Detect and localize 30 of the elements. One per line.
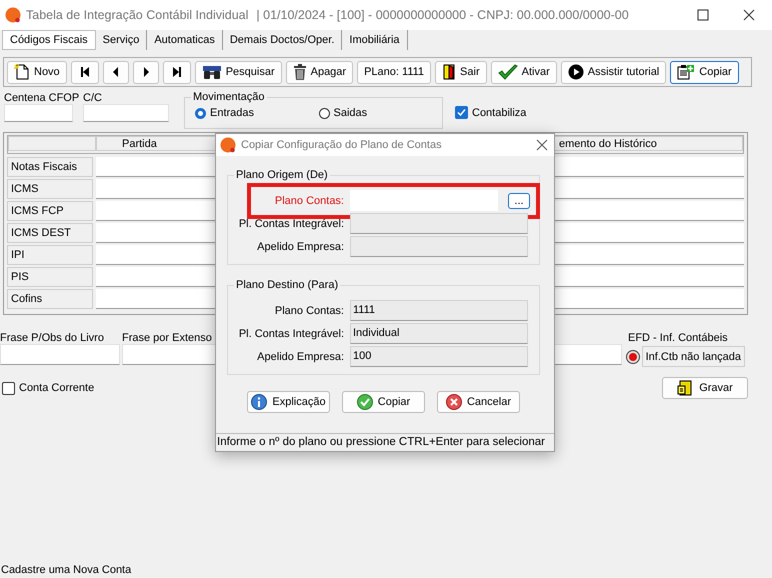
field-label: Pl. Contas Integrável: [238, 218, 345, 230]
group-title: Movimentação [191, 91, 267, 103]
checkbox-label: Contabiliza [472, 106, 526, 118]
efd-label: EFD - Inf. Contábeis [628, 332, 728, 344]
row-header: IPI [7, 245, 93, 265]
row-header: Cofins [7, 289, 93, 309]
checkbox-label: Conta Corrente [19, 382, 94, 394]
field-label: Centena CFOP [4, 92, 80, 104]
dialog-title: Copiar Configuração do Plano de Contas [241, 139, 442, 151]
field-label: Plano Contas: [274, 304, 345, 316]
status-text: Cadastre uma Nova Conta [0, 563, 132, 578]
field-label: Frase P/Obs do Livro [0, 332, 104, 344]
row-header: Notas Fiscais [7, 157, 93, 177]
field-label: Pl. Contas Integrável: [238, 328, 345, 340]
row-header: ICMS DEST [7, 223, 93, 243]
radio-label: Saidas [334, 107, 368, 119]
field-label: Frase por Extenso [122, 332, 212, 344]
window-title: Tabela de Integração Contábil Individual [26, 8, 248, 22]
group-title: Plano Origem (De) [234, 169, 330, 181]
group-title: Plano Destino (Para) [234, 279, 340, 291]
row-header: PIS [7, 267, 93, 287]
field-label: Plano Contas: [274, 194, 345, 206]
row-header: ICMS FCP [7, 201, 93, 221]
radio-label: Entradas [210, 107, 254, 119]
row-header: ICMS [7, 179, 93, 199]
field-label: Apelido Empresa: [256, 350, 345, 362]
hint-text: Informe o nº do plano ou pressione CTRL+Enter para selecionar [216, 433, 554, 451]
field-label: C/C [83, 92, 102, 104]
window-subtitle: | 01/10/2024 - [100] - 0000000000000 - CNPJ: 00.000.000/0000-00 [256, 8, 629, 22]
field-label: Apelido Empresa: [256, 240, 345, 252]
